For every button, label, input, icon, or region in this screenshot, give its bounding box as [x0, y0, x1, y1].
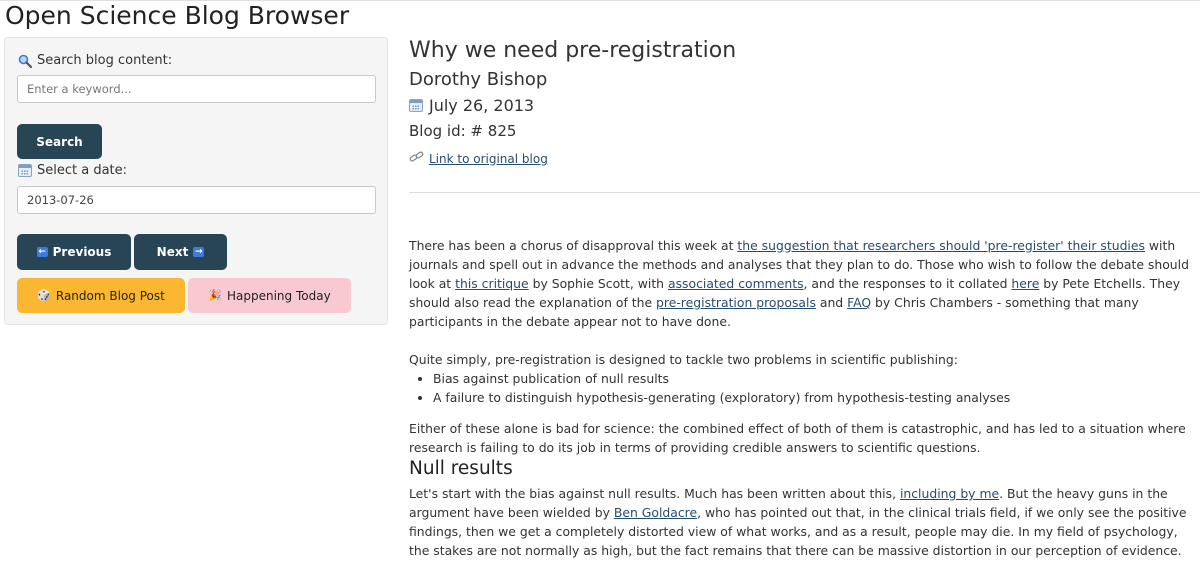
random-label: Random Blog Post [55, 288, 165, 303]
date-label-row: Select a date: [18, 163, 127, 178]
post-author: Dorothy Bishop [409, 69, 548, 90]
post-date: July 26, 2013 [429, 96, 535, 115]
link-ben-goldacre[interactable]: Ben Goldacre [614, 505, 697, 520]
link-pre-registration-proposals[interactable]: pre-registration proposals [656, 295, 816, 310]
sidebar-panel: Search blog content: Search Select a dat… [4, 37, 388, 325]
original-link-row: Link to original blog [409, 151, 548, 166]
section-heading-null-results: Null results [409, 458, 513, 479]
search-label-row: Search blog content: [18, 53, 172, 68]
divider [409, 192, 1200, 193]
right-arrow-icon: → [193, 247, 205, 257]
paragraph-4: Let's start with the bias against null r… [409, 484, 1199, 560]
link-including-by-me[interactable]: including by me [900, 486, 999, 501]
today-label: Happening Today [227, 288, 331, 303]
previous-label: Previous [52, 245, 112, 259]
link-associated-comments[interactable]: associated comments [668, 276, 804, 291]
post-content: There has been a chorus of disapproval t… [409, 236, 1199, 560]
app-title: Open Science Blog Browser [5, 1, 350, 30]
link-faq[interactable]: FAQ [847, 295, 871, 310]
magnifier-icon [18, 54, 33, 68]
list-item: Bias against publication of null results [433, 369, 1199, 388]
text: , and the responses to it collated [803, 276, 1012, 291]
paragraph-3: Either of these alone is bad for science… [409, 421, 1186, 455]
party-popper-icon: 🎉 [208, 289, 222, 302]
text: Let's start with the bias against null r… [409, 486, 900, 501]
post-date-row: July 26, 2013 [409, 96, 534, 115]
link-here[interactable]: here [1011, 276, 1039, 291]
search-input[interactable] [17, 75, 376, 103]
paragraph-2: Quite simply, pre-registration is design… [409, 352, 958, 367]
list-item: A failure to distinguish hypothesis-gene… [433, 388, 1199, 407]
calendar-icon [18, 164, 32, 177]
dice-icon: 🎲 [37, 289, 51, 302]
text: by Sophie Scott, with [528, 276, 668, 291]
text: and [815, 295, 848, 310]
happening-today-button[interactable]: 🎉 Happening Today [188, 278, 351, 313]
original-blog-link[interactable]: Link to original blog [429, 152, 548, 166]
next-label: Next [156, 245, 189, 259]
previous-button[interactable]: ← Previous [17, 234, 131, 270]
date-label: Select a date: [37, 163, 128, 178]
calendar-icon [409, 99, 423, 112]
link-this-critique[interactable]: this critique [455, 276, 529, 291]
blog-id: Blog id: # 825 [409, 122, 517, 140]
left-arrow-icon: ← [36, 247, 48, 257]
search-button[interactable]: Search [17, 124, 102, 159]
random-blog-post-button[interactable]: 🎲 Random Blog Post [17, 278, 185, 313]
search-label: Search blog content: [37, 53, 173, 68]
problem-list: Bias against publication of null results… [409, 369, 1199, 407]
link-icon [409, 151, 425, 166]
text: There has been a chorus of disapproval t… [409, 238, 738, 253]
date-input[interactable] [17, 186, 376, 214]
link-suggestion[interactable]: the suggestion that researchers should '… [737, 238, 1145, 253]
paragraph-1: There has been a chorus of disapproval t… [409, 236, 1199, 331]
post-title: Why we need pre-registration [409, 38, 737, 63]
next-button[interactable]: Next → [134, 234, 227, 270]
